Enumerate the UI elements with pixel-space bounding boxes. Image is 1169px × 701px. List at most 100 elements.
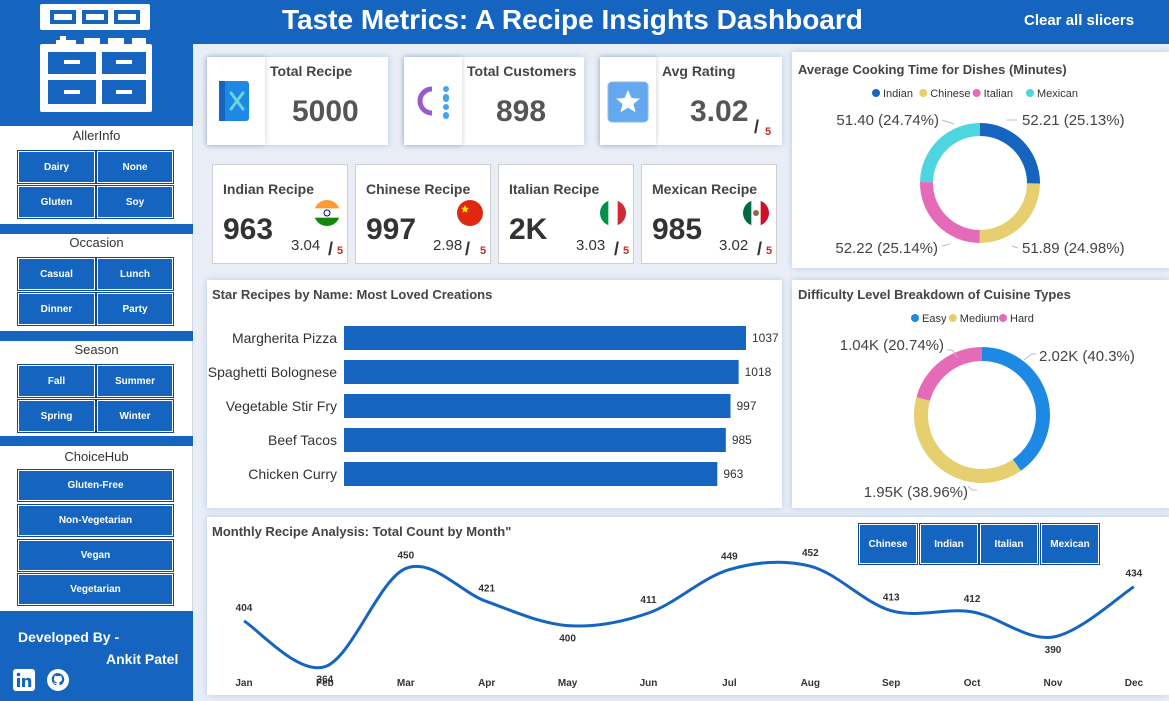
cooking-time-card: Average Cooking Time for Dishes (Minutes… [792, 52, 1169, 268]
rating-max: 5 [480, 245, 487, 257]
cooking-data-label: 51.89 (24.98%) [1022, 240, 1125, 257]
slicer-option-winter[interactable]: Winter [96, 399, 174, 433]
difficulty-slice-2[interactable] [916, 347, 982, 401]
developer-name: Ankit Patel [106, 651, 179, 667]
series-line [243, 560, 1135, 670]
cuisine-label: Italian Recipe [509, 181, 600, 197]
slicer-option-summer[interactable]: Summer [96, 364, 174, 398]
rating-slash: / [328, 239, 334, 259]
section-divider [0, 436, 193, 446]
cuisine-card-mexican: Mexican Recipe 985 3.02 /5 [641, 164, 777, 264]
bar[interactable] [344, 428, 726, 452]
india-flag-icon [314, 200, 340, 226]
slicer-option-lunch[interactable]: Lunch [96, 257, 174, 291]
leader-line [967, 485, 977, 491]
slicer-option-gluten[interactable]: Gluten [17, 185, 96, 219]
line-data-label: 421 [478, 584, 495, 595]
cuisine-label: Chinese Recipe [366, 181, 471, 197]
cuisine-rating: 3.02 [719, 237, 749, 254]
bar[interactable] [344, 394, 731, 418]
rating-slash: / [757, 239, 763, 259]
slicer-option-spring[interactable]: Spring [17, 399, 96, 433]
slicer-option-non-vegetarian[interactable]: Non-Vegetarian [17, 504, 174, 537]
cooking-slice-2[interactable] [920, 182, 980, 243]
slicer-option-vegan[interactable]: Vegan [17, 539, 174, 572]
bar-category-label: Beef Tacos [268, 432, 337, 448]
legend-label-italian: Italian [984, 88, 1013, 100]
slicer-option-soy[interactable]: Soy [96, 185, 174, 219]
cuisine-filter-mexican[interactable]: Mexican [1040, 523, 1100, 565]
mexico-flag-icon [743, 200, 769, 226]
slicer-title-choicehub: ChoiceHub [64, 449, 129, 464]
line-data-label: 450 [397, 550, 414, 561]
clear-slicers-button[interactable]: Clear all slicers [1024, 12, 1134, 29]
slicer-title-allerinfo: AllerInfo [72, 128, 121, 143]
cuisine-rating: 3.04 [291, 237, 321, 254]
slicer-option-dairy[interactable]: Dairy [17, 150, 96, 184]
leader-line [941, 119, 955, 125]
cooking-slice-3[interactable] [920, 123, 980, 183]
cooking-data-label: 52.21 (25.13%) [1022, 112, 1125, 129]
legend-marker [919, 89, 928, 97]
rating-max: 5 [337, 245, 344, 257]
x-tick-label: May [558, 678, 578, 689]
slicer-option-fall[interactable]: Fall [17, 364, 96, 398]
legend-label-medium: Medium [960, 313, 999, 325]
difficulty-slice-0[interactable] [982, 347, 1050, 471]
x-tick-label: Jun [640, 678, 658, 689]
difficulty-slice-1[interactable] [914, 397, 1021, 483]
total-customers-label: Total Customers [467, 63, 577, 79]
star-recipes-card: Star Recipes by Name: Most Loved Creatio… [207, 280, 782, 508]
legend-marker [999, 314, 1007, 322]
cuisine-recipe-count: 985 [652, 213, 703, 246]
cooking-slice-0[interactable] [980, 123, 1040, 184]
cuisine-filter-chinese[interactable]: Chinese [858, 523, 918, 565]
legend-marker [872, 89, 880, 97]
cooking-slice-1[interactable] [979, 183, 1040, 243]
slicer-option-casual[interactable]: Casual [17, 257, 96, 291]
slicer-option-vegetarian[interactable]: Vegetarian [17, 573, 174, 606]
slicer-option-dinner[interactable]: Dinner [17, 292, 96, 326]
cuisine-rating: 2.98 [433, 237, 463, 254]
line-data-label: 434 [1126, 569, 1143, 580]
slicer-option-party[interactable]: Party [96, 292, 174, 326]
logo-panel [0, 0, 193, 126]
bar-category-label: Spaghetti Bolognese [208, 364, 337, 380]
x-tick-label: Oct [964, 678, 981, 689]
slicer-option-none[interactable]: None [96, 150, 174, 184]
slicer-title-season: Season [74, 342, 119, 357]
line-data-label: 449 [721, 552, 738, 563]
slicer-option-gluten-free[interactable]: Gluten-Free [17, 469, 174, 502]
cuisine-filter-italian[interactable]: Italian [979, 523, 1039, 565]
line-data-label: 413 [883, 593, 900, 604]
avg-rating-value: 3.02 [690, 95, 749, 128]
cuisine-label: Mexican Recipe [652, 181, 758, 197]
line-data-label: 390 [1045, 645, 1062, 656]
avg-rating-card: Avg Rating 3.02 / 5 [600, 57, 782, 145]
x-tick-label: Apr [478, 678, 495, 689]
total-recipe-label: Total Recipe [270, 63, 353, 79]
icon-tile [600, 57, 656, 145]
bar[interactable] [344, 462, 718, 486]
bar-value-label: 1037 [752, 331, 779, 345]
bar-category-label: Margherita Pizza [232, 330, 337, 346]
linkedin-icon[interactable] [12, 668, 36, 692]
rating-max: 5 [766, 245, 773, 257]
x-tick-label: Jan [235, 678, 252, 689]
bar[interactable] [344, 326, 746, 350]
bar[interactable] [344, 360, 739, 384]
kitchen-logo-icon [40, 4, 152, 112]
cuisine-recipe-count: 963 [223, 213, 274, 246]
line-data-label: 452 [802, 548, 819, 559]
cuisine-filter-indian[interactable]: Indian [919, 523, 979, 565]
line-data-label: 412 [964, 594, 981, 605]
rating-slash: / [754, 117, 760, 137]
difficulty-data-label: 1.04K (20.74%) [840, 337, 944, 354]
bar-value-label: 963 [723, 467, 743, 481]
legend-label-mexican: Mexican [1037, 88, 1078, 100]
line-data-label: 411 [640, 595, 657, 606]
cuisine-label: Indian Recipe [223, 181, 315, 197]
github-icon[interactable] [46, 668, 70, 692]
bar-value-label: 1018 [745, 365, 772, 379]
total-recipe-value: 5000 [292, 95, 359, 128]
